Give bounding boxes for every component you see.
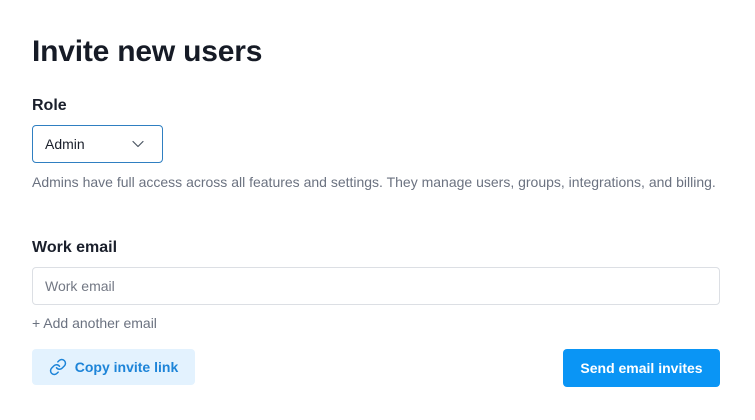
send-email-invites-button[interactable]: Send email invites [563,349,720,387]
role-label: Role [32,97,67,114]
link-icon [49,358,67,376]
copy-invite-link-button[interactable]: Copy invite link [32,349,195,385]
role-select[interactable]: Admin [32,125,163,163]
add-another-email-link[interactable]: + Add another email [32,314,157,332]
work-email-label: Work email [32,239,118,256]
work-email-input[interactable] [32,267,720,305]
chevron-down-icon [132,140,144,148]
role-select-value: Admin [45,136,85,152]
copy-invite-link-label: Copy invite link [74,359,179,375]
invite-users-panel: Invite new users Role Admin Admins have … [0,0,755,420]
page-title: Invite new users [32,35,263,68]
role-description: Admins have full access across all featu… [32,174,716,190]
